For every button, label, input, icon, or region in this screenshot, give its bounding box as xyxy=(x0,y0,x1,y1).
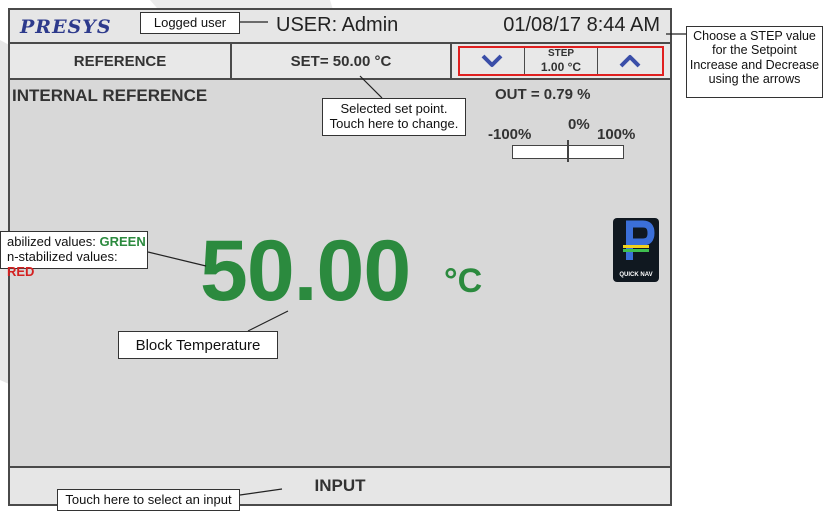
increase-button[interactable] xyxy=(597,48,662,74)
brand-logo: PRESYS xyxy=(20,16,112,38)
stable-color-word: GREEN xyxy=(99,234,146,249)
scale-min-label: -100% xyxy=(488,126,532,143)
quick-nav-icon xyxy=(623,220,655,260)
stable-prefix: abilized values: xyxy=(7,234,96,249)
quick-nav-label: QUICK NAV xyxy=(619,272,653,278)
decrease-button[interactable] xyxy=(460,48,525,74)
mode-title: INTERNAL REFERENCE xyxy=(12,86,208,105)
step-controls: STEP 1.00 °C xyxy=(458,46,664,76)
reference-button[interactable]: REFERENCE xyxy=(10,44,232,78)
logged-user: USER: Admin xyxy=(276,14,399,36)
callout-logged-user: Logged user xyxy=(140,12,240,34)
scale-max-label: 100% xyxy=(597,126,636,143)
step-selector[interactable]: STEP 1.00 °C xyxy=(524,48,598,74)
callout-step-line1: Choose a STEP value xyxy=(693,29,816,43)
temperature-unit: °C xyxy=(444,262,483,300)
chevron-down-icon xyxy=(481,54,503,67)
callout-step: Choose a STEP value for the Setpoint Inc… xyxy=(686,26,823,98)
callout-set-line1: Selected set point. xyxy=(340,101,448,116)
block-temperature-value[interactable]: 50.00 xyxy=(200,222,411,321)
callout-step-line3: Increase and Decrease xyxy=(689,57,820,72)
date-time: 01/08/17 8:44 AM xyxy=(503,14,660,36)
scale-zero-label: 0% xyxy=(568,116,590,133)
unstable-prefix: n-stabilized values: xyxy=(7,248,118,264)
quick-nav-button[interactable]: QUICK NAV xyxy=(613,218,659,282)
step-label: STEP xyxy=(547,48,575,59)
unstable-color-word: RED xyxy=(7,263,35,279)
output-zero-mark xyxy=(567,140,569,162)
callout-step-line4: using the arrows xyxy=(708,72,801,87)
callout-block-temperature: Block Temperature xyxy=(118,331,278,359)
setpoint-button[interactable]: SET= 50.00 °C xyxy=(232,44,452,78)
callout-step-line2: for the Setpoint xyxy=(712,43,797,58)
control-row: REFERENCE SET= 50.00 °C STEP 1.00 °C xyxy=(10,44,670,80)
output-percent: OUT = 0.79 % xyxy=(495,86,591,103)
callout-setpoint: Selected set point. Touch here to change… xyxy=(322,98,466,136)
callout-input: Touch here to select an input xyxy=(57,489,240,511)
status-bar: PRESYS USER: Admin 01/08/17 8:44 AM xyxy=(10,10,670,44)
step-value: 1.00 °C xyxy=(540,60,582,74)
chevron-up-icon xyxy=(619,55,641,68)
callout-stability: abilized values: GREEN n-stabilized valu… xyxy=(0,231,148,279)
callout-set-line2: Touch here to change. xyxy=(329,115,459,131)
